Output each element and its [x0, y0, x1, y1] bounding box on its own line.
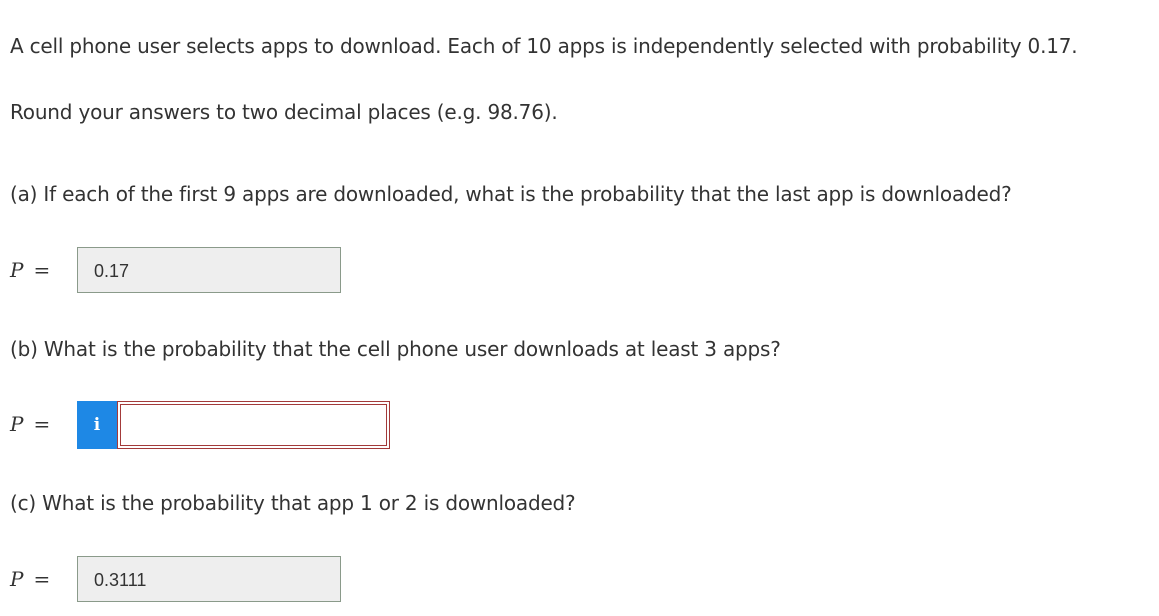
- answer-input-b[interactable]: [120, 404, 387, 446]
- p-label-b: P =: [10, 412, 50, 436]
- p-variable: P: [10, 567, 24, 591]
- equals-sign: =: [33, 567, 51, 591]
- answer-box-c: 0.3111: [77, 556, 341, 602]
- p-label-a: P =: [10, 258, 50, 282]
- question-c: (c) What is the probability that app 1 o…: [10, 491, 576, 515]
- p-variable: P: [10, 412, 24, 436]
- equals-sign: =: [33, 412, 51, 436]
- problem-statement: A cell phone user selects apps to downlo…: [10, 34, 1078, 58]
- p-label-c: P =: [10, 567, 50, 591]
- rounding-instructions: Round your answers to two decimal places…: [10, 100, 558, 124]
- answer-box-a: 0.17: [77, 247, 341, 293]
- info-button[interactable]: i: [77, 401, 117, 449]
- p-variable: P: [10, 258, 24, 282]
- question-b: (b) What is the probability that the cel…: [10, 337, 781, 361]
- equals-sign: =: [33, 258, 51, 282]
- info-icon: i: [93, 415, 101, 435]
- answer-input-b-wrapper: [117, 401, 390, 449]
- question-a: (a) If each of the first 9 apps are down…: [10, 182, 1012, 206]
